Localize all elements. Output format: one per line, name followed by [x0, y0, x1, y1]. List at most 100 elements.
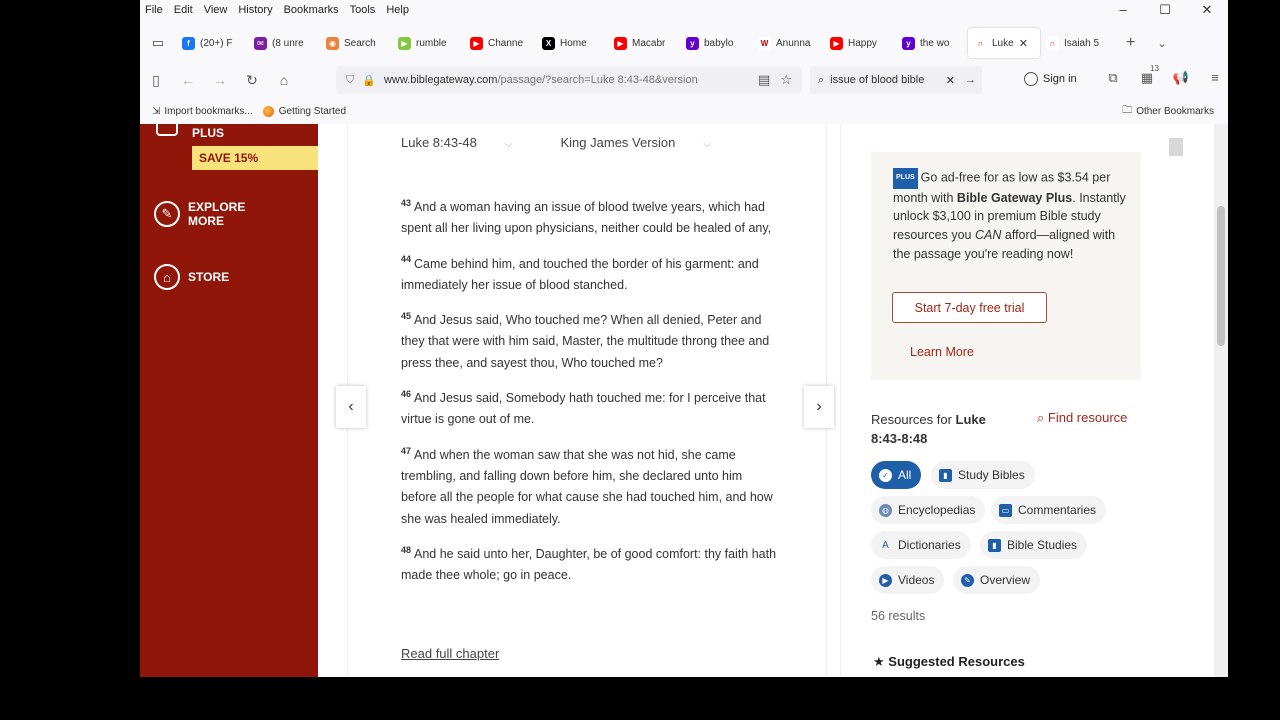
- chip-study-bibles[interactable]: ▮ Study Bibles: [931, 461, 1035, 489]
- menu-edit[interactable]: Edit: [174, 4, 193, 16]
- tab-9[interactable]: ▶ Happy: [824, 28, 896, 58]
- sidebar-toggle-icon[interactable]: ▯: [140, 72, 172, 89]
- tab-0[interactable]: f (20+) F: [176, 28, 248, 58]
- chip-dictionaries[interactable]: A Dictionaries: [871, 531, 971, 559]
- getting-started-link[interactable]: Getting Started: [262, 105, 346, 117]
- plus-badge: PLUS: [893, 168, 918, 189]
- panel-scrollbar[interactable]: [1167, 124, 1185, 677]
- search-go-icon[interactable]: →: [965, 74, 976, 86]
- forward-button[interactable]: →: [204, 72, 236, 88]
- version-label: King James Version: [560, 135, 676, 150]
- tab-3[interactable]: ▶ rumble: [392, 28, 464, 58]
- tab-10[interactable]: y the wo: [896, 28, 968, 58]
- reader-view-icon[interactable]: ▤: [758, 72, 770, 88]
- tab-5[interactable]: X Home: [536, 28, 608, 58]
- menu-file[interactable]: File: [145, 4, 163, 16]
- promo-text: PLUS Go ad-free for as low as $3.54 per m…: [893, 168, 1127, 264]
- verse-48: 48 And he said unto her, Daughter, be of …: [401, 544, 779, 587]
- verse-number[interactable]: 46: [401, 389, 411, 399]
- star-icon[interactable]: ☆: [780, 72, 792, 88]
- compass-icon: ✎: [961, 573, 974, 587]
- version-dropdown[interactable]: King James Version ⌵: [561, 135, 736, 150]
- tab-favicon-icon: W: [758, 36, 771, 50]
- chip-overview[interactable]: ✎ Overview: [953, 566, 1041, 594]
- verse-number[interactable]: 48: [401, 545, 411, 555]
- prev-passage-button[interactable]: ‹: [336, 386, 366, 428]
- sidebar-plus-label[interactable]: PLUS: [192, 126, 224, 140]
- menu-view[interactable]: View: [204, 4, 228, 16]
- lock-icon[interactable]: 🔒: [362, 74, 376, 87]
- extensions-icon[interactable]: ⧉: [1096, 70, 1130, 86]
- tab-list-icon[interactable]: ▭: [140, 35, 176, 51]
- tab-label: Channe: [488, 37, 524, 49]
- find-resource-link[interactable]: ⌕ Find resource: [1037, 410, 1127, 426]
- sign-in-button[interactable]: Sign in: [1018, 68, 1083, 90]
- close-window-button[interactable]: ✕: [1186, 2, 1228, 18]
- menu-tools[interactable]: Tools: [350, 4, 376, 16]
- chip-bible-studies[interactable]: ▮ Bible Studies: [980, 531, 1088, 559]
- tab-6[interactable]: ▶ Macabr: [608, 28, 680, 58]
- reference-dropdown[interactable]: Luke 8:43-48 ⌵: [401, 135, 537, 150]
- menu-history[interactable]: History: [238, 4, 272, 16]
- shield-icon[interactable]: ⛉: [346, 74, 354, 87]
- url-text[interactable]: www.biblegateway.com/passage/?search=Luk…: [384, 74, 758, 86]
- next-passage-button[interactable]: ›: [804, 386, 834, 428]
- verse-number[interactable]: 43: [401, 198, 411, 208]
- tab-12[interactable]: ∩ Isaiah 5: [1040, 28, 1112, 58]
- verse-text: Came behind him, and touched the border …: [401, 256, 759, 292]
- tab-favicon-icon: f: [182, 36, 195, 50]
- chip-encyclopedias[interactable]: ◍ Encyclopedias: [871, 496, 986, 524]
- maximize-button[interactable]: ☐: [1144, 2, 1186, 18]
- sidebar-item-explore[interactable]: ✎ EXPLORE MORE: [154, 200, 245, 228]
- megaphone-icon[interactable]: 📢: [1164, 70, 1198, 86]
- chevron-down-icon[interactable]: ⌄: [1157, 37, 1166, 50]
- extension-badge-icon[interactable]: ▦ 13: [1130, 64, 1164, 86]
- tab-11[interactable]: ∩ Luke ✕: [968, 28, 1040, 58]
- sidebar-item-store[interactable]: ⌂ STORE: [154, 264, 229, 290]
- save-badge[interactable]: SAVE 15%: [192, 146, 318, 170]
- chip-all[interactable]: ✓ All: [871, 461, 922, 489]
- tab-2[interactable]: ◉ Search: [320, 28, 392, 58]
- home-button[interactable]: ⌂: [268, 72, 300, 88]
- tab-favicon-icon: ▶: [830, 36, 843, 50]
- tab-label: babylo: [704, 37, 734, 49]
- window-controls: – ☐ ✕: [1102, 2, 1228, 18]
- clear-search-icon[interactable]: ✕: [946, 74, 955, 87]
- url-bar[interactable]: ⛉ 🔒 www.biblegateway.com/passage/?search…: [336, 66, 802, 94]
- tab-4[interactable]: ▶ Channe: [464, 28, 536, 58]
- chip-videos-label: Videos: [898, 573, 935, 587]
- verse-number[interactable]: 47: [401, 446, 411, 456]
- verse-number[interactable]: 45: [401, 311, 411, 321]
- back-button[interactable]: ←: [172, 72, 204, 88]
- sign-in-label: Sign in: [1043, 73, 1077, 85]
- tab-1[interactable]: ✉ (8 unre: [248, 28, 320, 58]
- new-tab-button[interactable]: +: [1126, 34, 1135, 52]
- page-scrollbar[interactable]: [1214, 124, 1228, 677]
- import-bookmarks-link[interactable]: ⇲ Import bookmarks...: [152, 106, 253, 117]
- close-tab-icon[interactable]: ✕: [1019, 37, 1028, 50]
- verse-45: 45 And Jesus said, Who touched me? When a…: [401, 310, 779, 374]
- chip-commentaries[interactable]: ▭ Commentaries: [991, 496, 1107, 524]
- read-full-chapter-link[interactable]: Read full chapter: [401, 646, 499, 661]
- tab-strip: f (20+) F ✉ (8 unre ◉ Search ▶ rumble ▶ Channe X Ho…: [176, 28, 1112, 58]
- reload-button[interactable]: ↻: [236, 72, 268, 89]
- menu-bookmarks[interactable]: Bookmarks: [284, 4, 339, 16]
- page-scroll-thumb[interactable]: [1217, 206, 1225, 346]
- menu-icon[interactable]: ≡: [1198, 70, 1228, 86]
- search-bar[interactable]: ⌕ issue of blood bible ✕ →: [810, 66, 982, 94]
- chip-videos[interactable]: ▶ Videos: [871, 566, 945, 594]
- panel-scroll-thumb[interactable]: [1169, 138, 1183, 156]
- search-input[interactable]: issue of blood bible: [830, 74, 936, 86]
- passage-content: Luke 8:43-48 ⌵ King James Version ⌵ 43 And …: [347, 124, 827, 677]
- menu-bar: File Edit View History Bookmarks Tools H…: [140, 0, 1228, 20]
- other-bookmarks-link[interactable]: 🗀 Other Bookmarks: [1122, 103, 1214, 120]
- start-trial-button[interactable]: Start 7-day free trial: [892, 292, 1047, 323]
- promo-text-bold: Bible Gateway Plus: [956, 190, 1073, 205]
- verse-46: 46 And Jesus said, Somebody hath touched …: [401, 388, 779, 431]
- tab-7[interactable]: y babylo: [680, 28, 752, 58]
- tab-8[interactable]: W Anunna: [752, 28, 824, 58]
- verse-number[interactable]: 44: [401, 254, 411, 264]
- learn-more-link[interactable]: Learn More: [910, 345, 974, 359]
- menu-help[interactable]: Help: [386, 4, 409, 16]
- minimize-button[interactable]: –: [1102, 2, 1144, 18]
